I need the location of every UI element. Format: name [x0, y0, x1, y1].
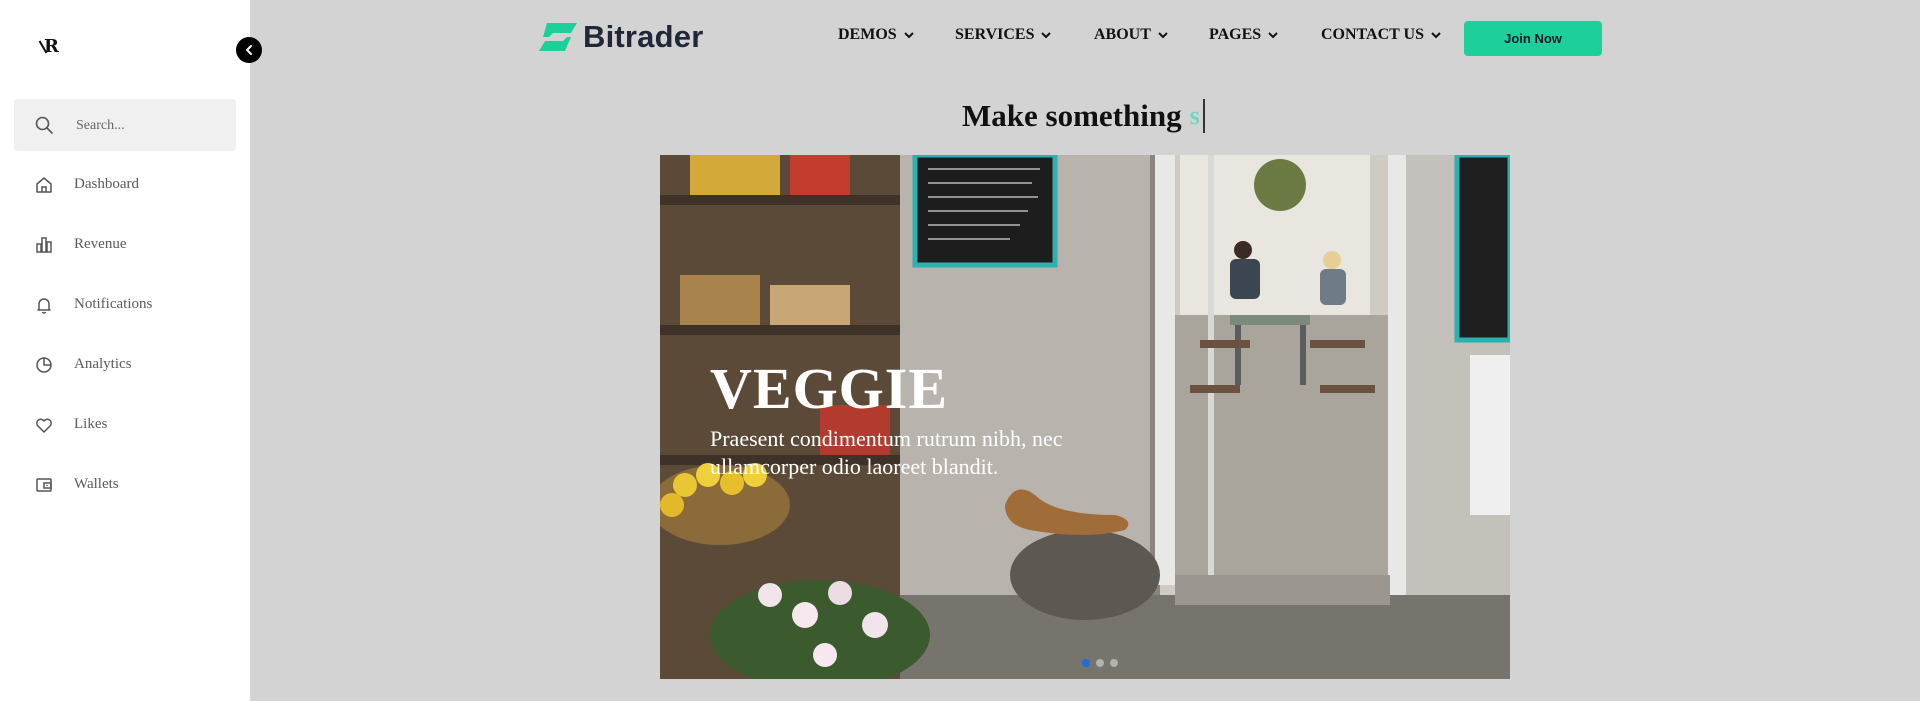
sidebar-collapse-button[interactable] [236, 37, 262, 63]
search-input[interactable] [74, 113, 238, 139]
bitrader-logo-icon [539, 23, 577, 51]
nav-contact-us-label: CONTACT US [1321, 26, 1424, 43]
sidebar-item-likes[interactable]: Likes [14, 403, 236, 447]
chevron-down-icon [1431, 32, 1441, 39]
heart-icon [36, 418, 52, 433]
sidebar-item-label: Revenue [74, 236, 127, 252]
sidebar-item-notifications[interactable]: Notifications [14, 283, 236, 327]
slider-dot[interactable] [1096, 659, 1104, 667]
chevron-down-icon [1158, 32, 1168, 39]
app-logo-text: R [44, 36, 59, 57]
nav-services[interactable]: SERVICES [955, 26, 1052, 44]
nav-demos-label: DEMOS [838, 26, 897, 43]
headline-text: Make something [962, 98, 1182, 133]
sidebar-item-label: Dashboard [74, 176, 139, 192]
home-icon [36, 177, 52, 193]
slider-dot[interactable] [1110, 659, 1118, 667]
wallet-icon [36, 478, 52, 492]
join-now-button[interactable]: Join Now [1464, 21, 1602, 56]
sidebar-item-label: Likes [74, 416, 108, 432]
sidebar-item-analytics[interactable]: Analytics [14, 343, 236, 387]
chevron-down-icon [1041, 32, 1052, 39]
sidebar: R Dashboard Revenue Notifications [0, 0, 250, 701]
bar-chart-icon [36, 237, 52, 253]
chevron-down-icon [903, 32, 914, 39]
slider-pagination [1082, 659, 1118, 667]
search-box [14, 99, 238, 151]
slide-text: Praesent condimentum rutrum nibh, nec ul… [710, 426, 1063, 479]
sidebar-item-dashboard[interactable]: Dashboard [14, 163, 236, 207]
nav-services-label: SERVICES [955, 26, 1035, 43]
bell-icon [37, 298, 51, 314]
slider-dot[interactable] [1082, 659, 1090, 667]
sidebar-item-label: Notifications [74, 296, 153, 312]
typed-text: s [1189, 101, 1200, 130]
hero-slider[interactable]: VEGGIE Praesent condimentum rutrum nibh,… [660, 155, 1510, 679]
pie-chart-icon [36, 357, 52, 373]
sidebar-item-revenue[interactable]: Revenue [14, 223, 236, 267]
chevron-down-icon [1268, 32, 1278, 39]
chevron-left-icon [246, 45, 252, 55]
brand-name: Bitrader [583, 19, 704, 54]
nav-pages[interactable]: PAGES [1209, 26, 1279, 44]
app-logo[interactable]: R [38, 36, 66, 64]
sidebar-item-label: Analytics [74, 356, 132, 372]
nav-pages-label: PAGES [1209, 26, 1262, 43]
page-headline: Make something s [962, 96, 1205, 136]
nav-demos[interactable]: DEMOS [838, 26, 915, 44]
brand-logo[interactable]: Bitrader [537, 18, 703, 56]
typing-cursor [1202, 99, 1205, 133]
slide-title: VEGGIE [710, 356, 949, 421]
nav-contact-us[interactable]: CONTACT US [1321, 26, 1442, 44]
nav-about-label: ABOUT [1094, 26, 1151, 43]
nav-about[interactable]: ABOUT [1094, 26, 1169, 44]
sidebar-item-wallets[interactable]: Wallets [14, 463, 236, 507]
sidebar-item-label: Wallets [74, 476, 119, 492]
search-icon [35, 116, 53, 134]
